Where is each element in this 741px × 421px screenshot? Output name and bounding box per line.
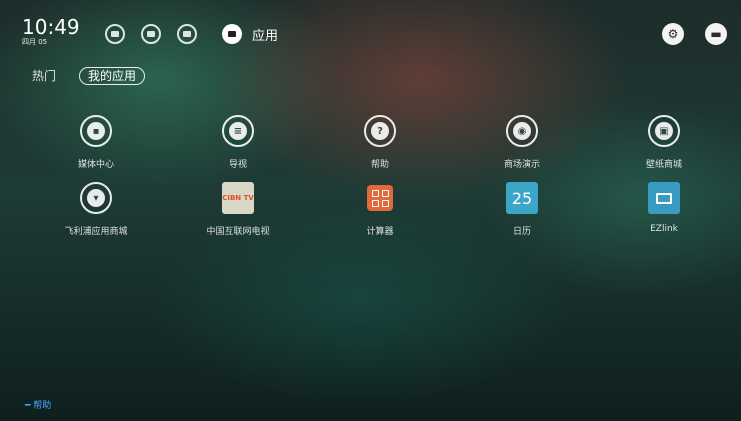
app-calculator[interactable]: 计算器 (320, 182, 440, 252)
app-ezlink[interactable]: EZlink (604, 182, 724, 252)
help-hint[interactable]: ━ 帮助 (25, 398, 51, 411)
settings-icon: ⚙ (667, 27, 679, 41)
category-video[interactable] (105, 24, 125, 44)
settings-button[interactable]: ⚙ (662, 23, 684, 45)
app-label: 壁纸商城 (645, 160, 682, 170)
input-source-button[interactable]: ▬ (705, 23, 727, 45)
clock-time: 10:49 (22, 15, 80, 39)
category-apps[interactable] (222, 24, 242, 44)
category-games[interactable] (177, 24, 197, 44)
demo-icon: ◉ (506, 115, 538, 147)
wallpaper-icon: ▣ (648, 115, 680, 147)
app-media-center[interactable]: ▪ 媒体中心 (36, 115, 156, 185)
app-label: 飞利浦应用商城 (64, 227, 128, 237)
ezlink-icon (648, 182, 680, 214)
tab-hot[interactable]: 热门 (32, 67, 56, 85)
folder-icon: ▪ (80, 115, 112, 147)
app-label: 媒体中心 (77, 160, 114, 170)
app-label: 帮助 (370, 160, 389, 170)
app-help[interactable]: ? 帮助 (320, 115, 440, 185)
clock-date: 四月 05 (22, 38, 48, 46)
app-store-demo[interactable]: ◉ 商场演示 (462, 115, 582, 185)
app-cibn-tv[interactable]: CIBN TV 中国互联网电视 (178, 182, 298, 252)
cibn-tv-icon: CIBN TV (222, 182, 254, 214)
guide-icon: ≡ (222, 115, 254, 147)
tab-my-apps[interactable]: 我的应用 (79, 67, 146, 85)
app-label: EZlink (650, 224, 678, 234)
app-philips-store[interactable]: ▾ 飞利浦应用商城 (36, 182, 156, 252)
top-bar: 10:49 四月 05 应用 ⚙ ▬ (0, 0, 741, 60)
input-source-icon: ▬ (710, 27, 722, 41)
apps-icon (228, 31, 236, 37)
film-icon (147, 31, 155, 37)
app-calendar[interactable]: 25 日历 (462, 182, 582, 252)
video-icon (111, 31, 119, 37)
app-label: 商场演示 (503, 160, 540, 170)
gamepad-icon (183, 31, 191, 37)
app-label: 计算器 (366, 227, 394, 237)
calendar-icon: 25 (506, 182, 538, 214)
shopping-cart-icon: ▾ (80, 182, 112, 214)
category-film[interactable] (141, 24, 161, 44)
app-label: 日历 (512, 227, 531, 237)
app-label: 中国互联网电视 (206, 227, 270, 237)
app-guide[interactable]: ≡ 导视 (178, 115, 298, 185)
clock: 10:49 四月 05 (22, 16, 80, 47)
category-apps-label: 应用 (252, 29, 279, 44)
help-icon: ? (364, 115, 396, 147)
app-label: 导视 (228, 160, 247, 170)
calculator-icon (367, 185, 393, 211)
app-wallpaper-store[interactable]: ▣ 壁纸商城 (604, 115, 724, 185)
